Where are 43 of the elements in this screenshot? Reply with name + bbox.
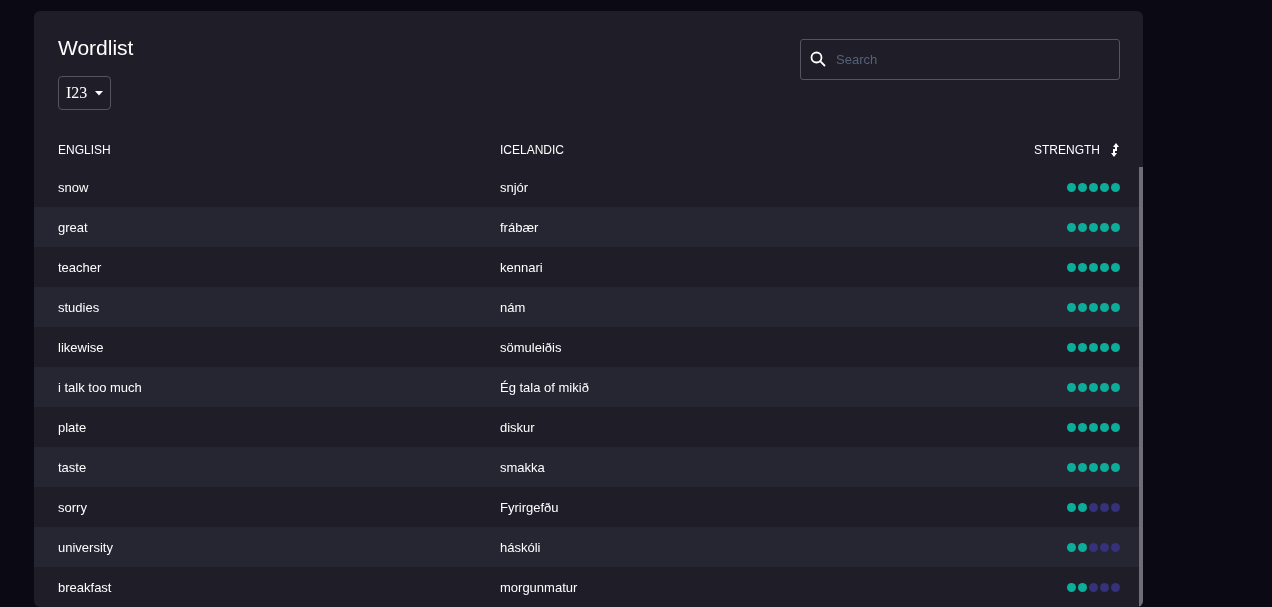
table-row[interactable]: taste smakka	[34, 447, 1139, 487]
table-row[interactable]: likewise sömuleiðis	[34, 327, 1139, 367]
table-row[interactable]: plate diskur	[34, 407, 1139, 447]
table-row[interactable]: university háskóli	[34, 527, 1139, 567]
sort-icon[interactable]	[1110, 142, 1120, 158]
caret-icon	[95, 90, 104, 96]
english-word: university	[58, 539, 113, 555]
english-word: sorry	[58, 499, 87, 515]
page-title: Wordlist	[58, 35, 134, 61]
table-row[interactable]: great frábær	[34, 207, 1139, 247]
icelandic-word: háskóli	[500, 539, 541, 555]
english-word: likewise	[58, 339, 104, 355]
table-row[interactable]: i talk too much Ég tala of mikið	[34, 367, 1139, 407]
english-word: great	[58, 219, 88, 235]
column-header[interactable]: STRENGTH	[1034, 143, 1100, 157]
english-word: taste	[58, 459, 87, 475]
icelandic-word: nám	[500, 299, 526, 315]
table-row[interactable]: teacher kennari	[34, 247, 1139, 287]
icelandic-word: Fyrirgefðu	[500, 499, 559, 515]
icelandic-word: diskur	[500, 419, 535, 435]
icelandic-word: kennari	[500, 259, 543, 275]
english-word: snow	[58, 179, 89, 195]
english-word: plate	[58, 419, 87, 435]
icelandic-word: morgunmatur	[500, 579, 578, 595]
table-row[interactable]: sorry Fyrirgefðu	[34, 487, 1139, 527]
icelandic-word: Ég tala of mikið	[500, 379, 589, 395]
scrollbar[interactable]	[1139, 167, 1143, 607]
english-word: breakfast	[58, 579, 112, 595]
icelandic-word: frábær	[500, 219, 539, 235]
column-header: ICELANDIC	[500, 143, 564, 157]
deck-dropdown[interactable]: I23	[58, 76, 112, 110]
table-row[interactable]: breakfast morgunmatur	[34, 567, 1139, 607]
table-row[interactable]: studies nám	[34, 287, 1139, 327]
english-word: i talk too much	[58, 379, 142, 395]
column-header: ENGLISH	[58, 143, 111, 157]
english-word: teacher	[58, 259, 102, 275]
icelandic-word: sömuleiðis	[500, 339, 562, 355]
icelandic-word: snjór	[500, 179, 529, 195]
search-icon	[810, 51, 826, 67]
english-word: studies	[58, 299, 100, 315]
table-row[interactable]: snow snjór	[34, 167, 1139, 207]
search-field[interactable]: Search	[800, 39, 1120, 80]
icelandic-word: smakka	[500, 459, 545, 475]
